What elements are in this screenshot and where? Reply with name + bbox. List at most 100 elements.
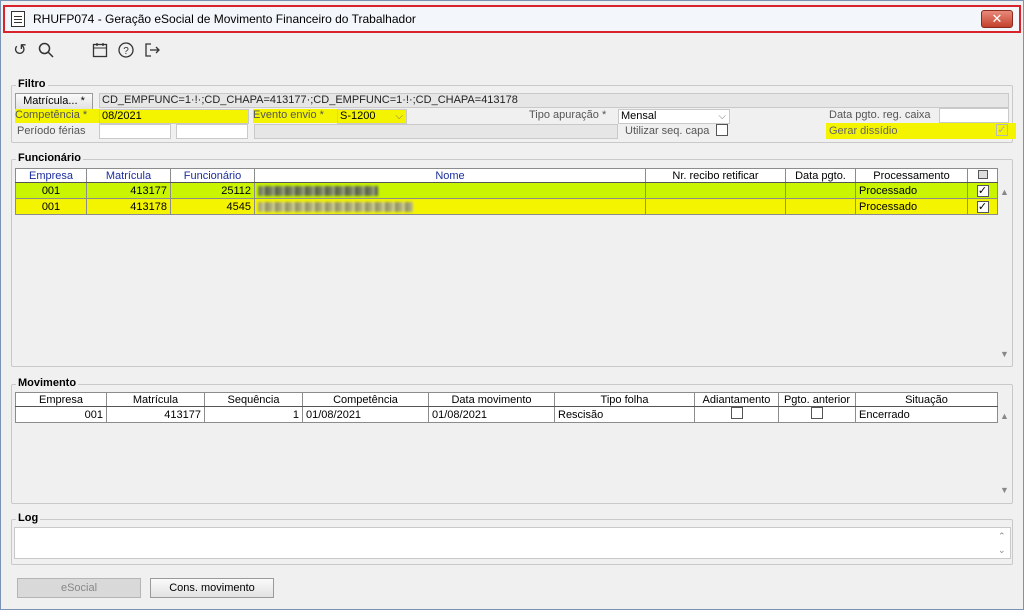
- title-bar: RHUFP074 - Geração eSocial de Movimento …: [3, 5, 1021, 33]
- matricula-filter-field[interactable]: CD_EMPFUNC=1·!·;CD_CHAPA=413177·;CD_EMPF…: [99, 93, 1009, 108]
- adiantamento-cell[interactable]: [694, 406, 779, 423]
- funcionario-label: Funcionário: [16, 152, 83, 164]
- matricula-button[interactable]: Matrícula... *: [15, 93, 93, 110]
- esocial-button[interactable]: eSocial: [17, 578, 141, 598]
- tipo-apuracao-label: Tipo apuração *: [529, 109, 607, 121]
- scroll-down-icon[interactable]: ▼: [1000, 349, 1009, 359]
- col-matricula[interactable]: Matrícula: [86, 168, 171, 183]
- row-checkbox[interactable]: ✓: [976, 184, 989, 197]
- movimento-table: Empresa Matrícula Sequência Competência …: [15, 392, 998, 423]
- empresa-cell: 001: [15, 182, 87, 199]
- competencia-field[interactable]: 08/2021: [99, 109, 249, 124]
- movimento-header-row: Empresa Matrícula Sequência Competência …: [15, 392, 998, 407]
- adiantamento-checkbox[interactable]: [730, 407, 743, 419]
- competencia-cell: 01/08/2021: [302, 406, 429, 423]
- col-nr-recibo[interactable]: Nr. recibo retificar: [645, 168, 786, 183]
- matricula-cell: 413177: [106, 406, 205, 423]
- chevron-down-icon: ⌵: [718, 111, 726, 122]
- periodo-ferias-start[interactable]: [99, 124, 171, 139]
- empresa-cell: 001: [15, 198, 87, 215]
- funcionario-cell: 25112: [170, 182, 255, 199]
- pgto-anterior-checkbox[interactable]: [811, 407, 823, 419]
- calendar-icon[interactable]: [89, 40, 111, 60]
- movimento-label: Movimento: [16, 377, 79, 389]
- col-pgto-anterior[interactable]: Pgto. anterior: [778, 392, 856, 407]
- scroll-up-icon[interactable]: ▲: [1000, 411, 1009, 421]
- data-pgto-cell: [785, 182, 856, 199]
- matricula-cell: 413178: [86, 198, 171, 215]
- cons-movimento-button[interactable]: Cons. movimento: [150, 578, 274, 598]
- row-check-cell[interactable]: ✓: [967, 198, 998, 215]
- col-adiantamento[interactable]: Adiantamento: [694, 392, 779, 407]
- filtro-label: Filtro: [16, 78, 48, 90]
- sequencia-cell: 1: [204, 406, 303, 423]
- nr-recibo-cell: [645, 182, 786, 199]
- window-title: RHUFP074 - Geração eSocial de Movimento …: [33, 12, 416, 26]
- data-pgto-caixa-field[interactable]: [939, 108, 1009, 123]
- col-data-movimento[interactable]: Data movimento: [428, 392, 555, 407]
- gerar-dissidio-checkbox[interactable]: ✓: [996, 124, 1008, 136]
- nr-recibo-cell: [645, 198, 786, 215]
- col-empresa[interactable]: Empresa: [15, 392, 107, 407]
- scroll-down-icon[interactable]: ⌄: [998, 545, 1006, 556]
- matricula-cell: 413177: [86, 182, 171, 199]
- scroll-up-icon[interactable]: ▲: [1000, 187, 1009, 197]
- funcionario-cell: 4545: [170, 198, 255, 215]
- toolbar: ↺ ?: [9, 39, 167, 61]
- utilizar-seq-capa-label: Utilizar seq. capa: [625, 125, 710, 137]
- periodo-ferias-description: [254, 124, 618, 139]
- pgto-anterior-cell[interactable]: [778, 406, 856, 423]
- table-row[interactable]: 001 413177 25112 Processado ✓: [15, 182, 998, 199]
- col-funcionario[interactable]: Funcionário: [170, 168, 255, 183]
- col-sequencia[interactable]: Sequência: [204, 392, 303, 407]
- exit-icon[interactable]: [141, 40, 163, 60]
- col-competencia[interactable]: Competência: [302, 392, 429, 407]
- tipo-folha-cell: Rescisão: [554, 406, 695, 423]
- log-label: Log: [16, 512, 41, 524]
- data-movimento-cell: 01/08/2021: [428, 406, 555, 423]
- col-empresa[interactable]: Empresa: [15, 168, 87, 183]
- nome-cell-redacted: [254, 182, 646, 199]
- close-button[interactable]: ✕: [981, 10, 1013, 28]
- col-select-all[interactable]: [967, 168, 998, 183]
- periodo-ferias-end[interactable]: [176, 124, 248, 139]
- log-textarea[interactable]: [14, 527, 1011, 559]
- row-checkbox[interactable]: ✓: [976, 200, 989, 213]
- processamento-cell: Processado: [855, 182, 968, 199]
- evento-envio-label: Evento envio *: [253, 109, 337, 123]
- funcionario-table: Empresa Matrícula Funcionário Nome Nr. r…: [15, 168, 998, 215]
- row-check-cell[interactable]: ✓: [967, 182, 998, 199]
- gerar-dissidio-label: Gerar dissídio: [829, 125, 898, 137]
- data-pgto-cell: [785, 198, 856, 215]
- tipo-apuracao-value: Mensal: [621, 110, 657, 122]
- svg-text:?: ?: [123, 46, 129, 57]
- col-processamento[interactable]: Processamento: [855, 168, 968, 183]
- empresa-cell: 001: [15, 406, 107, 423]
- help-icon[interactable]: ?: [115, 40, 137, 60]
- col-situacao[interactable]: Situação: [855, 392, 998, 407]
- nome-cell-redacted: [254, 198, 646, 215]
- refresh-icon[interactable]: ↺: [9, 40, 31, 60]
- document-icon: [11, 11, 25, 27]
- chevron-down-icon: ⌵: [395, 111, 403, 122]
- col-matricula[interactable]: Matrícula: [106, 392, 205, 407]
- table-row[interactable]: 001 413178 4545 Processado ✓: [15, 198, 998, 215]
- table-row[interactable]: 001 413177 1 01/08/2021 01/08/2021 Resci…: [15, 406, 998, 423]
- col-tipo-folha[interactable]: Tipo folha: [554, 392, 695, 407]
- competencia-label: Competência *: [15, 109, 99, 123]
- col-nome[interactable]: Nome: [254, 168, 646, 183]
- situacao-cell: Encerrado: [855, 406, 998, 423]
- processamento-cell: Processado: [855, 198, 968, 215]
- utilizar-seq-capa-checkbox[interactable]: [716, 124, 728, 136]
- col-data-pgto[interactable]: Data pgto.: [785, 168, 856, 183]
- tipo-apuracao-select[interactable]: Mensal ⌵: [618, 109, 730, 124]
- scroll-up-icon[interactable]: ⌃: [998, 531, 1006, 542]
- data-pgto-caixa-label: Data pgto. reg. caixa: [829, 109, 931, 121]
- evento-envio-select[interactable]: S-1200 ⌵: [337, 109, 407, 124]
- periodo-ferias-label: Período férias: [17, 125, 86, 137]
- main-window: RHUFP074 - Geração eSocial de Movimento …: [0, 0, 1024, 610]
- evento-envio-value: S-1200: [340, 110, 376, 122]
- scroll-down-icon[interactable]: ▼: [1000, 485, 1009, 495]
- select-all-icon[interactable]: [977, 169, 988, 179]
- search-icon[interactable]: [35, 40, 57, 60]
